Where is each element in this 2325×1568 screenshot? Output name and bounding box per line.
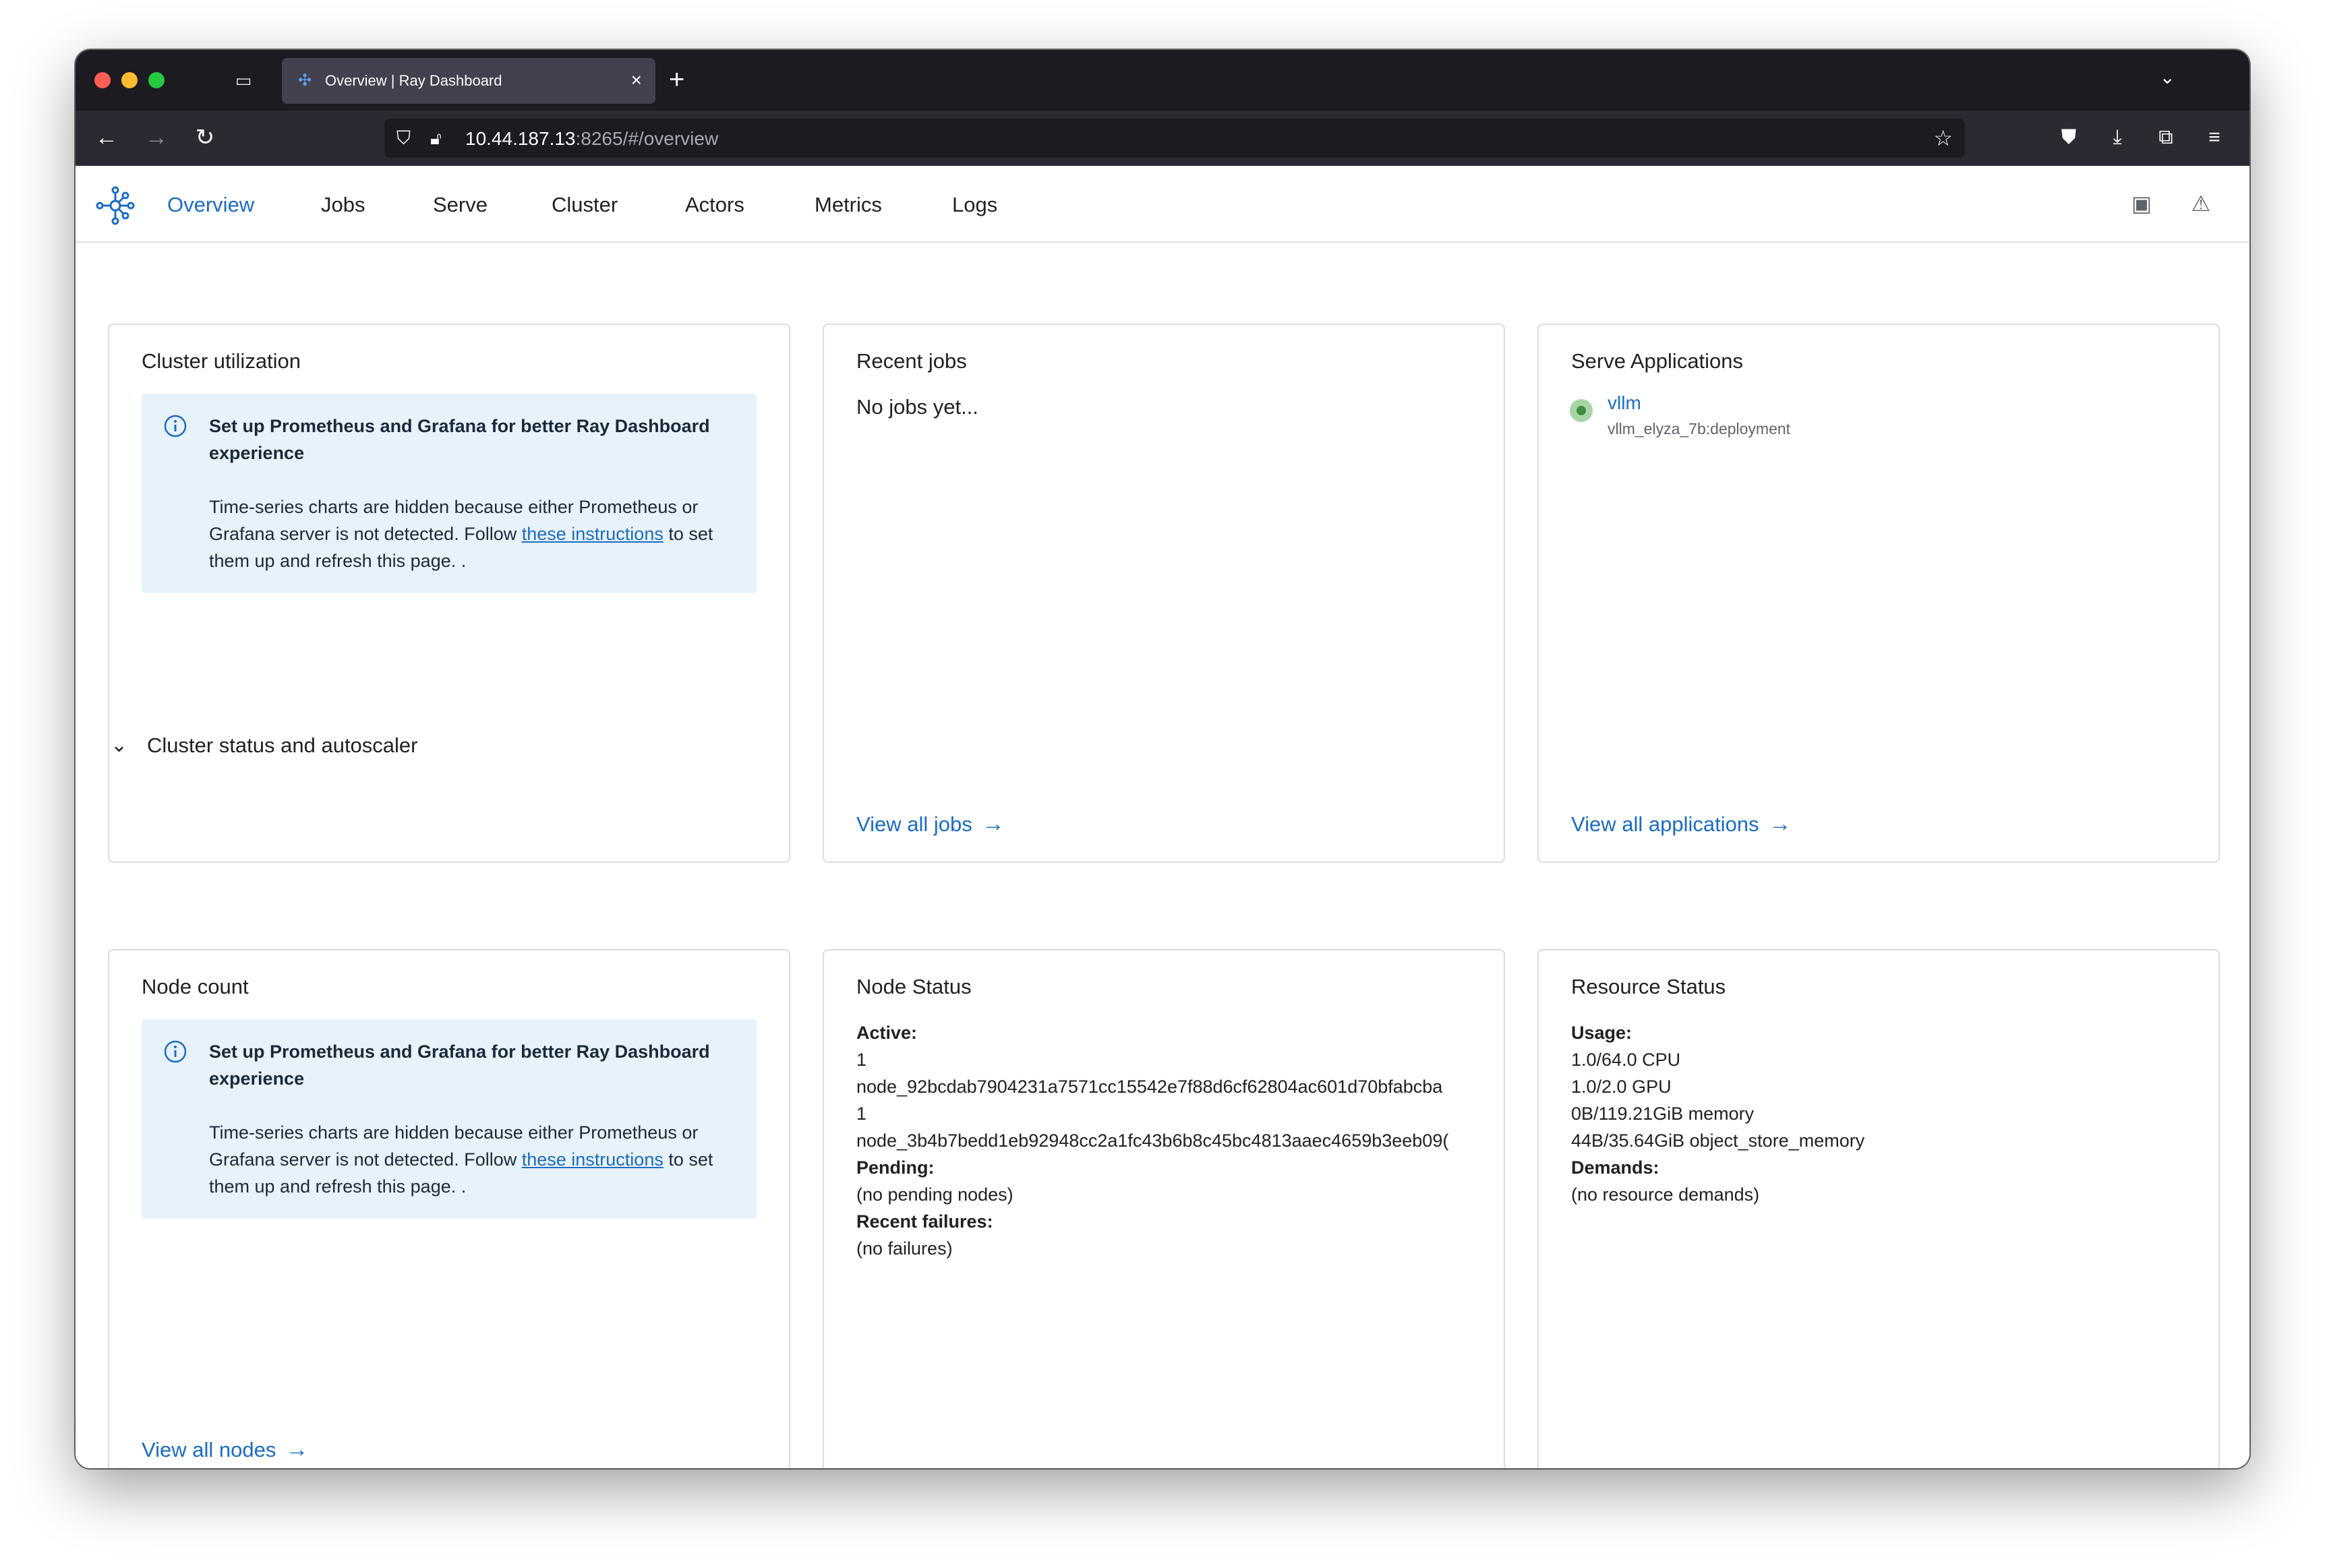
nav-overview[interactable]: Overview [167, 191, 254, 218]
card-title: Node count [142, 975, 249, 998]
no-jobs-text: No jobs yet... [856, 395, 978, 419]
info-heading: Set up Prometheus and Grafana for better… [209, 416, 710, 463]
tab-list-icon[interactable]: ▭ [232, 69, 255, 92]
cpu-usage: 1.0/64.0 CPU [1571, 1050, 1681, 1070]
demands-label: Demands: [1571, 1157, 1659, 1178]
pocket-icon[interactable]: ⛊ [2055, 124, 2082, 151]
arrow-right-icon: → [981, 811, 1005, 837]
view-all-nodes-label: View all nodes [142, 1438, 276, 1461]
view-all-applications-link[interactable]: View all applications → [1571, 810, 1792, 838]
card-title: Recent jobs [856, 349, 967, 373]
view-all-jobs-label: View all jobs [856, 812, 972, 836]
node-count-card: Node count Set up Prometheus and Grafana… [108, 949, 790, 1468]
menu-icon[interactable]: ≡ [2201, 124, 2228, 151]
reload-button[interactable]: ↻ [192, 124, 218, 151]
feedback-icon[interactable]: ⚠︎ [2187, 190, 2214, 217]
section-title: Cluster status and autoscaler [147, 733, 418, 757]
usage-label: Usage: [1571, 1023, 1632, 1043]
maximize-window-button[interactable] [148, 72, 165, 88]
active-node-id: node_3b4b7bedd1eb92948cc2a1fc43b6b8c45bc… [856, 1130, 1449, 1151]
pending-label: Pending: [856, 1157, 935, 1178]
node-status-card: Node Status Active: 1 node_92bcdab790423… [823, 949, 1505, 1468]
object-store-usage: 44B/35.64GiB object_store_memory [1571, 1130, 1865, 1151]
resource-status-list: Usage: 1.0/64.0 CPU 1.0/2.0 GPU 0B/119.2… [1571, 1019, 2185, 1208]
arrow-right-icon: → [1768, 811, 1792, 837]
insecure-lock-icon[interactable]: 🔓︎ [430, 127, 442, 150]
failures-value: (no failures) [856, 1238, 953, 1259]
nav-actors[interactable]: Actors [685, 191, 744, 218]
ray-dashboard: Overview Jobs Serve Cluster Actors Metri… [76, 166, 2249, 1468]
url-host: 10.44.187.13 [465, 128, 576, 149]
bookmark-star-icon[interactable]: ☆ [1933, 125, 1953, 151]
docs-book-icon[interactable]: ▣ [2128, 190, 2155, 217]
view-all-applications-label: View all applications [1571, 812, 1759, 836]
app-status-running-icon [1570, 399, 1593, 422]
active-label: Active: [856, 1023, 918, 1043]
url-path: :8265/#/overview [575, 128, 719, 149]
prometheus-info-alert: Set up Prometheus and Grafana for better… [142, 1019, 757, 1219]
app-deployment: vllm_elyza_7b:deployment [1608, 420, 1791, 438]
instructions-link[interactable]: these instructions [522, 524, 664, 544]
extensions-icon[interactable]: ⧉ [2152, 124, 2179, 151]
info-icon [164, 1040, 187, 1063]
app-navbar: Overview Jobs Serve Cluster Actors Metri… [76, 166, 2249, 243]
ray-favicon-icon: ✣ [298, 71, 312, 90]
forward-button[interactable]: → [143, 124, 170, 151]
url-text[interactable]: 10.44.187.13:8265/#/overview [465, 128, 718, 150]
minimize-window-button[interactable] [121, 72, 138, 88]
active-node-count: 1 [856, 1050, 867, 1070]
cluster-utilization-card: Cluster utilization Set up Prometheus an… [108, 324, 790, 863]
info-heading: Set up Prometheus and Grafana for better… [209, 1042, 710, 1089]
app-name-link[interactable]: vllm [1608, 391, 1641, 415]
arrow-right-icon: → [285, 1437, 309, 1462]
resource-status-card: Resource Status Usage: 1.0/64.0 CPU 1.0/… [1537, 949, 2220, 1468]
node-status-list: Active: 1 node_92bcdab7904231a7571cc1554… [856, 1019, 1470, 1262]
tab-overflow-chevron-icon[interactable]: ⌄ [2160, 66, 2175, 88]
nav-serve[interactable]: Serve [433, 191, 488, 218]
demands-value: (no resource demands) [1571, 1184, 1760, 1205]
card-title: Cluster utilization [142, 349, 301, 373]
new-tab-button[interactable]: + [669, 65, 684, 94]
gpu-usage: 1.0/2.0 GPU [1571, 1077, 1672, 1097]
info-icon [164, 415, 187, 438]
tracking-shield-icon[interactable]: ⛉ [396, 127, 411, 150]
recent-jobs-card: Recent jobs No jobs yet... View all jobs… [823, 324, 1505, 863]
info-body: Time-series charts are hidden because ei… [209, 493, 748, 574]
browser-window: ▭ ✣ Overview | Ray Dashboard × + ⌄ ← → ↻… [76, 50, 2249, 1468]
nav-jobs[interactable]: Jobs [321, 191, 365, 218]
card-title: Node Status [856, 975, 972, 998]
view-all-nodes-link[interactable]: View all nodes → [142, 1436, 308, 1464]
pending-value: (no pending nodes) [856, 1184, 1013, 1205]
nav-cluster[interactable]: Cluster [552, 191, 618, 218]
ray-logo-icon[interactable] [94, 185, 136, 227]
nav-logs[interactable]: Logs [952, 191, 997, 218]
info-body: Time-series charts are hidden because ei… [209, 1119, 748, 1200]
close-window-button[interactable] [94, 72, 111, 88]
tab-close-icon[interactable]: × [631, 69, 642, 92]
nav-metrics[interactable]: Metrics [815, 191, 882, 218]
failures-label: Recent failures: [856, 1211, 993, 1232]
chevron-down-icon: ⌄ [111, 734, 128, 756]
memory-usage: 0B/119.21GiB memory [1571, 1104, 1755, 1124]
tab-title: Overview | Ray Dashboard [325, 72, 502, 89]
tab-bar: ▭ ✣ Overview | Ray Dashboard × + ⌄ [76, 50, 2249, 111]
prometheus-info-alert: Set up Prometheus and Grafana for better… [142, 394, 757, 593]
instructions-link[interactable]: these instructions [522, 1149, 664, 1170]
browser-tab[interactable]: ✣ Overview | Ray Dashboard × [282, 58, 655, 104]
navigation-toolbar: ← → ↻ ⛉ 🔓︎ 10.44.187.13:8265/#/overview … [76, 111, 2249, 166]
view-all-jobs-link[interactable]: View all jobs → [856, 810, 1005, 838]
card-title: Serve Applications [1571, 349, 1744, 373]
back-button[interactable]: ← [93, 124, 120, 151]
active-node-count: 1 [856, 1104, 867, 1124]
address-bar[interactable]: ⛉ 🔓︎ 10.44.187.13:8265/#/overview ☆ [384, 119, 1965, 158]
card-title: Resource Status [1571, 975, 1726, 998]
serve-applications-card: Serve Applications vllm vllm_elyza_7b:de… [1537, 324, 2220, 863]
download-icon[interactable]: ⤓ [2104, 124, 2131, 151]
active-node-id: node_92bcdab7904231a7571cc15542e7f88d6cf… [856, 1077, 1443, 1097]
